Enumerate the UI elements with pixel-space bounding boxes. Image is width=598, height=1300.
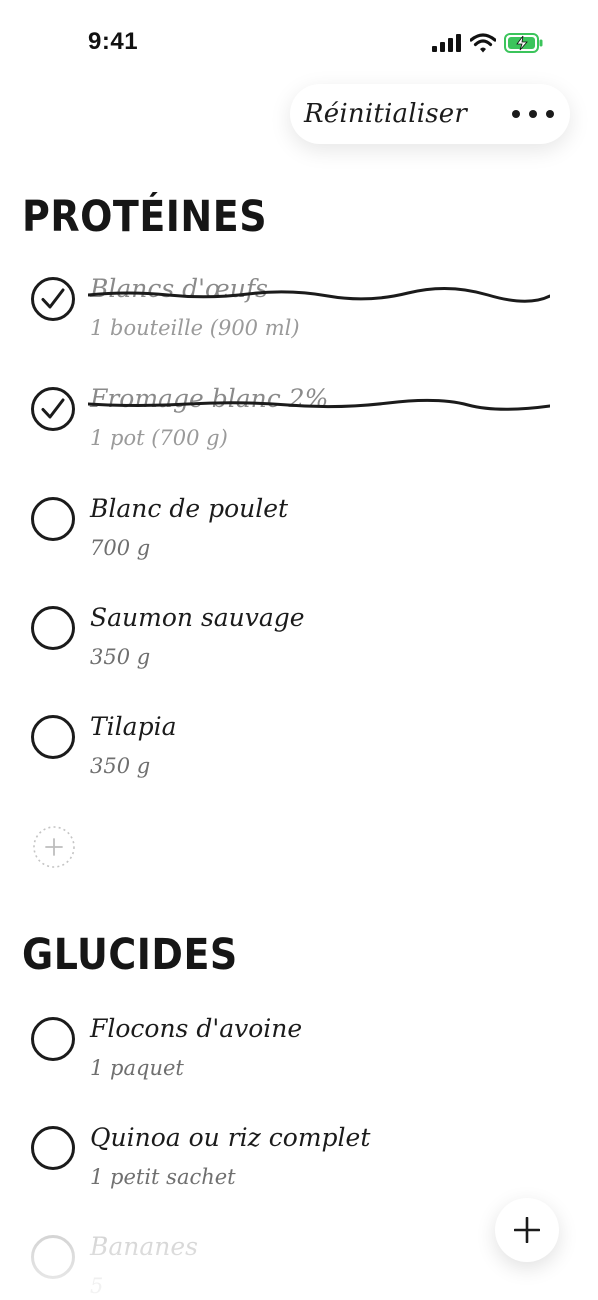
list-item[interactable]: Flocons d'avoine 1 paquet	[30, 1012, 570, 1102]
item-quantity: 1 petit sachet	[90, 1165, 236, 1189]
add-item-button[interactable]	[32, 825, 76, 869]
checked-circle-icon[interactable]	[30, 276, 76, 322]
add-floating-button[interactable]	[495, 1198, 559, 1262]
list-item[interactable]: Tilapia 350 g	[30, 710, 570, 800]
item-name: Quinoa ou riz complet	[90, 1123, 371, 1152]
checked-circle-icon[interactable]	[30, 386, 76, 432]
ellipsis-icon	[512, 110, 520, 118]
list-item[interactable]: Saumon sauvage 350 g	[30, 601, 570, 691]
wifi-icon	[470, 33, 496, 53]
list-item[interactable]: Blanc de poulet 700 g	[30, 492, 570, 582]
section-title-proteines: PROTÉINES	[22, 192, 268, 242]
unchecked-circle-icon[interactable]	[30, 496, 76, 542]
item-quantity: 1 bouteille (900 ml)	[90, 316, 300, 340]
strikethrough-line	[88, 287, 550, 303]
cellular-signal-icon	[432, 34, 461, 52]
item-quantity: 5	[90, 1274, 104, 1298]
ellipsis-dot	[546, 110, 554, 118]
unchecked-circle-icon[interactable]	[30, 1016, 76, 1062]
unchecked-circle-icon[interactable]	[30, 605, 76, 651]
more-options-button[interactable]	[512, 104, 554, 124]
item-name: Bananes	[90, 1232, 199, 1261]
unchecked-circle-icon[interactable]	[30, 714, 76, 760]
list-item[interactable]: Bananes 5	[30, 1230, 570, 1300]
toolbar-pill: Réinitialiser	[290, 84, 570, 144]
battery-charging-icon	[504, 33, 543, 53]
list-item[interactable]: Fromage blanc 2% 1 pot (700 g)	[30, 382, 570, 472]
item-name: Flocons d'avoine	[90, 1014, 303, 1043]
item-quantity: 1 paquet	[90, 1056, 184, 1080]
item-quantity: 700 g	[90, 536, 151, 560]
item-name: Blanc de poulet	[90, 494, 289, 523]
ellipsis-dot	[529, 110, 537, 118]
plus-icon	[514, 1217, 540, 1243]
status-time: 9:41	[88, 28, 139, 55]
strikethrough-line	[88, 398, 550, 411]
unchecked-circle-icon[interactable]	[30, 1125, 76, 1171]
list-item[interactable]: Blancs d'œufs 1 bouteille (900 ml)	[30, 272, 570, 362]
item-quantity: 350 g	[90, 754, 151, 778]
section-title-glucides: GLUCIDES	[22, 930, 238, 980]
unchecked-circle-icon[interactable]	[30, 1234, 76, 1280]
status-bar: 9:41	[0, 0, 598, 84]
plus-icon	[45, 838, 63, 856]
status-icons	[432, 33, 544, 53]
list-item[interactable]: Quinoa ou riz complet 1 petit sachet	[30, 1121, 570, 1211]
item-quantity: 1 pot (700 g)	[90, 426, 228, 450]
item-name: Tilapia	[90, 712, 177, 741]
item-quantity: 350 g	[90, 645, 151, 669]
item-name: Saumon sauvage	[90, 603, 305, 632]
reset-button[interactable]: Réinitialiser	[304, 84, 467, 144]
